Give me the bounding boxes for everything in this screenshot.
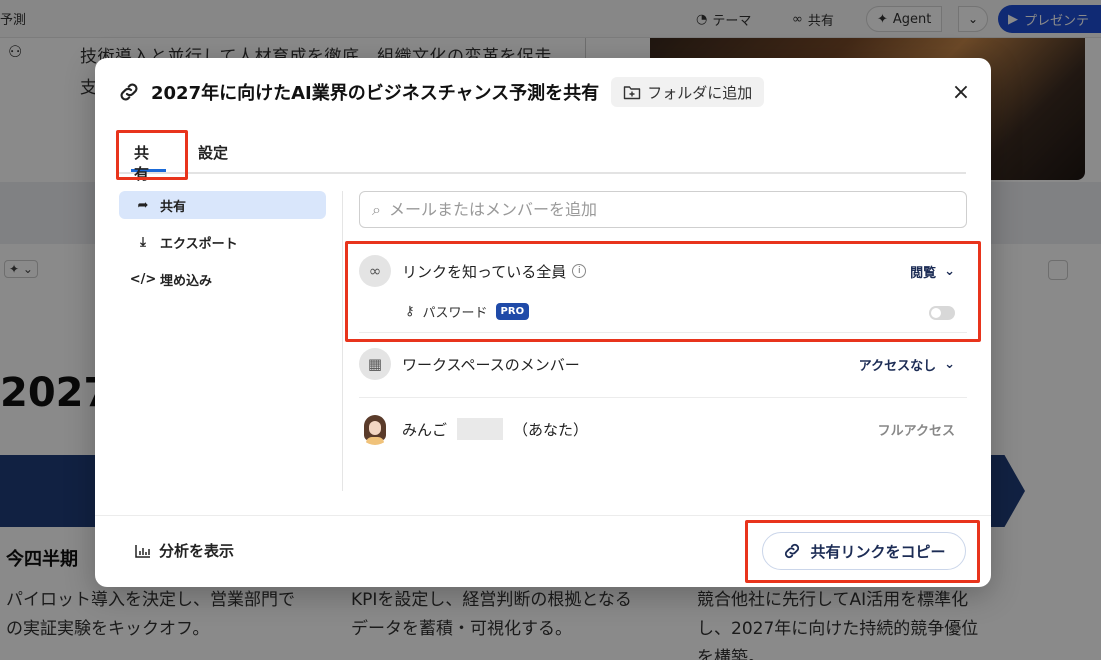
- member-you-suffix: （あなた）: [513, 420, 589, 439]
- folder-plus-icon: [623, 86, 641, 100]
- avatar: [359, 413, 391, 445]
- link-icon: ∞: [359, 255, 391, 287]
- pro-badge: PRO: [495, 303, 530, 320]
- share-sidebar: ➦ 共有 ⤓ エクスポート </> 埋め込み: [119, 191, 326, 302]
- key-icon: ⚷: [405, 304, 415, 319]
- password-row: ⚷ パスワード PRO: [405, 302, 530, 321]
- sidebar-item-export[interactable]: ⤓ エクスポート: [119, 228, 326, 256]
- password-label: パスワード: [422, 306, 488, 321]
- link-icon: [785, 543, 800, 559]
- bar-chart-icon: [135, 544, 150, 558]
- building-icon: ▦: [359, 348, 391, 380]
- link-access-row: ∞ リンクを知っている全員 i 閲覧 ⌄: [359, 255, 967, 287]
- view-analytics-button[interactable]: 分析を表示: [135, 540, 234, 561]
- redacted-text: [457, 418, 504, 440]
- link-permission-dropdown[interactable]: 閲覧 ⌄: [910, 262, 955, 281]
- workspace-permission-dropdown[interactable]: アクセスなし ⌄: [859, 355, 955, 374]
- sidebar-item-embed[interactable]: </> 埋め込み: [119, 265, 326, 293]
- close-button[interactable]: ×: [947, 78, 975, 106]
- sidebar-item-share[interactable]: ➦ 共有: [119, 191, 326, 219]
- tab-share[interactable]: 共有: [131, 138, 166, 183]
- add-to-folder-button[interactable]: フォルダに追加: [611, 77, 765, 107]
- divider: [359, 397, 967, 398]
- tab-settings[interactable]: 設定: [195, 138, 231, 172]
- dialog-tabs: 共有 設定: [117, 130, 966, 183]
- divider: [342, 191, 343, 491]
- dialog-title: 2027年に向けたAI業界のビジネスチャンス予測を共有: [151, 83, 600, 104]
- search-icon: ⌕: [372, 199, 381, 219]
- export-icon: ⤓: [140, 234, 146, 250]
- search-input[interactable]: [388, 200, 929, 219]
- link-icon: [120, 83, 138, 101]
- member-search-field[interactable]: ⌕: [359, 191, 967, 228]
- link-access-label: リンクを知っている全員: [402, 262, 567, 281]
- chevron-down-icon: ⌄: [944, 263, 955, 279]
- divider: [359, 332, 967, 333]
- workspace-access-row: ▦ ワークスペースのメンバー アクセスなし ⌄: [359, 348, 967, 380]
- chevron-down-icon: ⌄: [944, 356, 955, 372]
- close-icon: ×: [951, 79, 971, 105]
- info-icon[interactable]: i: [572, 264, 587, 278]
- divider: [95, 515, 991, 516]
- member-permission: フルアクセス: [877, 423, 955, 439]
- embed-icon: </>: [129, 271, 157, 287]
- member-name: みんご: [402, 420, 448, 439]
- password-toggle[interactable]: [929, 306, 955, 320]
- dialog-header: 2027年に向けたAI業界のビジネスチャンス予測を共有 フォルダに追加: [117, 77, 765, 107]
- copy-share-link-button[interactable]: 共有リンクをコピー: [762, 532, 966, 570]
- member-row: みんご （あなた） フルアクセス: [359, 413, 967, 445]
- share-dialog: 2027年に向けたAI業界のビジネスチャンス予測を共有 フォルダに追加 × 共有…: [95, 58, 991, 587]
- workspace-label: ワークスペースのメンバー: [402, 355, 580, 374]
- share-icon: ➦: [137, 197, 149, 213]
